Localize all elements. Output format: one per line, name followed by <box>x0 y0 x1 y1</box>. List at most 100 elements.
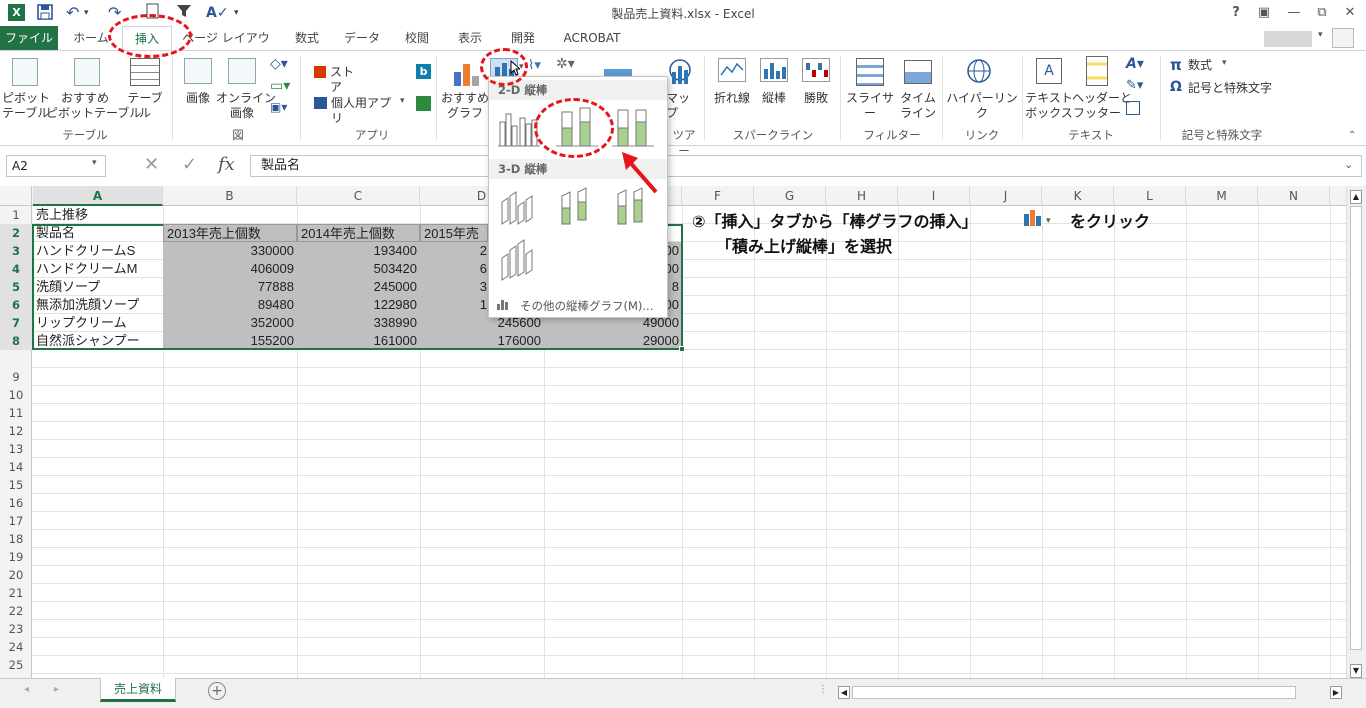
pivot-table-button[interactable]: ピボット テーブル <box>2 91 50 121</box>
column-header-h[interactable]: H <box>826 186 898 206</box>
close-button[interactable]: ✕ <box>1336 3 1364 23</box>
share-icon[interactable] <box>1332 28 1354 48</box>
minimize-button[interactable]: — <box>1280 3 1308 23</box>
symbol-button[interactable]: 記号と特殊文字 <box>1188 81 1278 96</box>
textbox-button[interactable]: テキスト ボックス <box>1024 91 1074 121</box>
cell-value[interactable]: 352000 <box>163 314 297 332</box>
row-header[interactable]: 15 <box>0 476 32 494</box>
online-picture-icon[interactable] <box>228 58 256 84</box>
cell-product-name[interactable]: 洗顔ソープ <box>33 278 163 296</box>
header-footer-button[interactable]: ヘッダーと フッター <box>1072 91 1132 121</box>
people-graph-icon[interactable] <box>416 96 431 111</box>
help-button[interactable]: ? <box>1222 3 1250 23</box>
cell-value[interactable]: 176000 <box>420 332 544 350</box>
sparkline-winloss-icon[interactable] <box>802 58 830 82</box>
table-icon[interactable] <box>130 58 160 86</box>
row-header[interactable]: 3 <box>0 242 32 260</box>
row-header[interactable]: 5 <box>0 278 32 296</box>
100-stacked-column-option[interactable] <box>608 104 658 150</box>
insert-function-button[interactable]: fx <box>218 154 235 175</box>
picture-button[interactable]: 画像 <box>178 91 218 106</box>
column-header-f[interactable]: F <box>682 186 754 206</box>
my-apps-dropdown-icon[interactable]: ▾ <box>400 96 405 106</box>
qat-more-icon[interactable]: ▾ <box>234 3 239 23</box>
cell-value[interactable]: 3 <box>420 278 490 296</box>
more-column-charts-link[interactable]: その他の縦棒グラフ(M)... <box>520 298 653 314</box>
cell-d2[interactable]: 2015年売 <box>420 224 488 242</box>
spellcheck-icon[interactable]: A✓ <box>206 3 229 23</box>
row-header[interactable]: 6 <box>0 296 32 314</box>
sheet-tab-active[interactable]: 売上資料 <box>100 678 176 702</box>
hyperlink-button[interactable]: ハイパーリンク <box>946 91 1018 121</box>
column-header-i[interactable]: I <box>898 186 970 206</box>
sparkline-line-button[interactable]: 折れ線 <box>710 91 754 106</box>
row-header[interactable]: 12 <box>0 422 32 440</box>
name-box[interactable]: A2 <box>6 155 106 177</box>
row-header[interactable]: 25 <box>0 656 32 674</box>
tab-page-layout[interactable]: ページ レイアウト <box>178 26 274 69</box>
3d-map-button[interactable]: マッ プ <box>666 91 696 121</box>
cell-value[interactable]: 155200 <box>163 332 297 350</box>
cell-value[interactable]: 6 <box>420 260 490 278</box>
column-header-l[interactable]: L <box>1114 186 1186 206</box>
hyperlink-icon[interactable] <box>966 58 994 86</box>
tab-view[interactable]: 表示 <box>448 26 492 50</box>
collapse-ribbon-icon[interactable]: ⌃ <box>1348 130 1356 141</box>
row-header[interactable]: 11 <box>0 404 32 422</box>
cell-value[interactable]: 245000 <box>297 278 420 296</box>
row-header[interactable]: 14 <box>0 458 32 476</box>
3d-column-option[interactable] <box>494 236 544 284</box>
row-header[interactable]: 17 <box>0 512 32 530</box>
my-apps-button[interactable]: 個人用アプリ <box>331 96 397 126</box>
name-box-dropdown-icon[interactable]: ▾ <box>92 158 97 168</box>
sparkline-line-icon[interactable] <box>718 58 746 82</box>
3d-map-icon[interactable] <box>666 58 694 86</box>
column-header-a[interactable]: A <box>33 186 163 206</box>
cell-value[interactable]: 2 <box>420 242 490 260</box>
store-icon[interactable] <box>314 66 326 78</box>
slicer-button[interactable]: スライサー <box>842 91 898 121</box>
cell-c2[interactable]: 2014年売上個数 <box>297 224 420 242</box>
textbox-icon[interactable]: A <box>1036 58 1062 84</box>
column-header-g[interactable]: G <box>754 186 826 206</box>
symbol-icon[interactable]: Ω <box>1170 79 1182 95</box>
scroll-right-icon[interactable]: ▶ <box>1330 686 1342 699</box>
object-icon[interactable] <box>1126 101 1140 115</box>
cell-value[interactable]: 330000 <box>163 242 297 260</box>
ribbon-options-button[interactable]: ▣ <box>1250 3 1278 23</box>
equation-button[interactable]: 数式 <box>1188 58 1220 73</box>
cancel-icon[interactable]: ✕ <box>144 154 159 175</box>
cell-value[interactable]: 503420 <box>297 260 420 278</box>
formula-input[interactable]: 製品名 <box>250 155 1362 177</box>
tab-review[interactable]: 校閲 <box>394 26 440 50</box>
shapes-icon[interactable]: ◇▾ <box>270 56 288 72</box>
bing-icon[interactable]: b <box>416 64 431 79</box>
column-header-k[interactable]: K <box>1042 186 1114 206</box>
cell-a2[interactable]: 製品名 <box>33 224 163 242</box>
expand-formula-icon[interactable]: ⌄ <box>1344 158 1353 171</box>
smartart-icon[interactable]: ▭▾ <box>270 78 290 94</box>
equation-icon[interactable]: π <box>1170 56 1182 74</box>
equation-dropdown-icon[interactable]: ▾ <box>1222 58 1227 68</box>
header-footer-icon[interactable] <box>1086 56 1108 86</box>
undo-icon[interactable]: ↶ <box>66 3 79 23</box>
recommended-pivot-button[interactable]: おすすめ ピボットテーブル <box>46 91 141 121</box>
my-apps-icon[interactable] <box>314 97 327 109</box>
recommended-charts-button[interactable]: おすすめ グラフ <box>440 91 490 121</box>
account-avatar[interactable] <box>1264 31 1312 47</box>
row-header[interactable]: 16 <box>0 494 32 512</box>
cell-b2[interactable]: 2013年売上個数 <box>163 224 297 242</box>
pivot-table-icon[interactable] <box>12 58 38 86</box>
scroll-down-icon[interactable]: ▼ <box>1350 664 1362 678</box>
column-header-b[interactable]: B <box>163 186 297 206</box>
row-header[interactable]: 8 <box>0 332 32 350</box>
sparkline-column-icon[interactable] <box>760 58 788 82</box>
row-header[interactable]: 10 <box>0 386 32 404</box>
cell-value[interactable]: 161000 <box>297 332 420 350</box>
cell-product-name[interactable]: ハンドクリームS <box>33 242 163 260</box>
enter-icon[interactable]: ✓ <box>182 154 197 175</box>
wordart-icon[interactable]: A▾ <box>1126 56 1144 72</box>
store-button[interactable]: ストア <box>330 65 360 95</box>
cell-value[interactable]: 77888 <box>163 278 297 296</box>
cell-value[interactable]: 338990 <box>297 314 420 332</box>
